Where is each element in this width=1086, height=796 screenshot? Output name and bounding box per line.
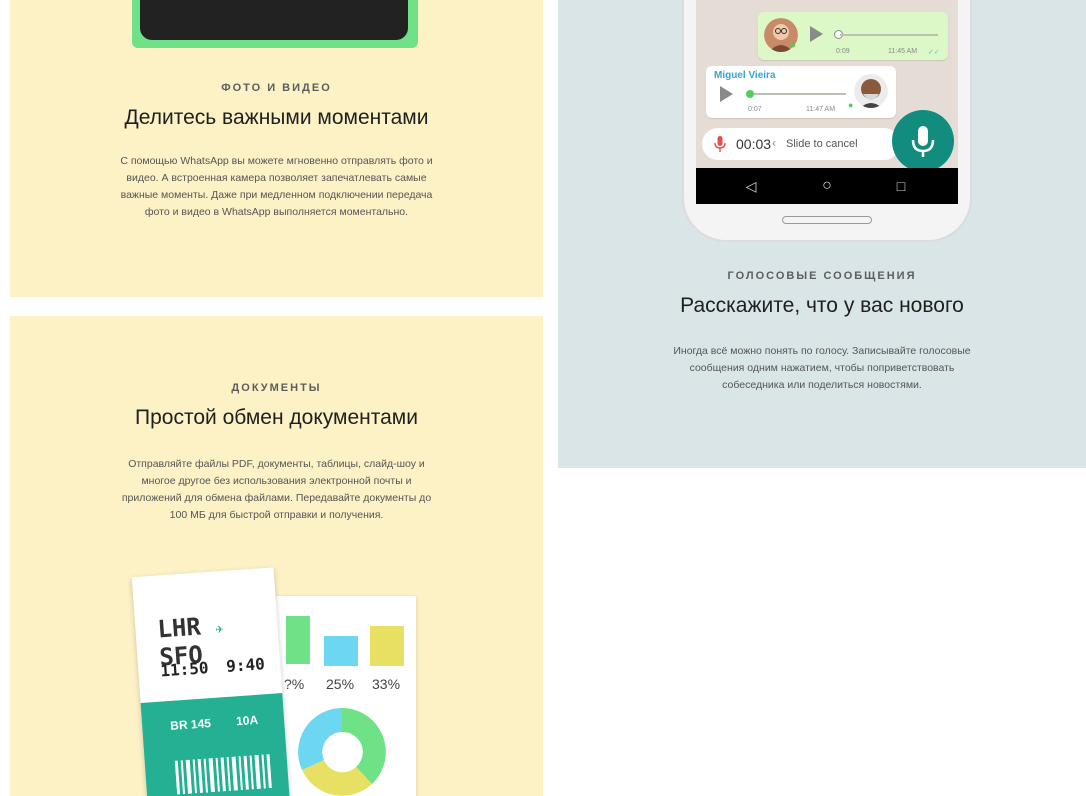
recording-timer: 00:03 — [736, 136, 772, 152]
chart-bar — [370, 626, 404, 666]
spreadsheet-illustration: ?% 25% 33% — [276, 596, 416, 796]
photo-video-card: ФОТО И ВИДЕО Делитесь важными моментами … — [10, 0, 543, 297]
progress-handle[interactable] — [746, 90, 754, 98]
slide-to-cancel-hint[interactable]: Slide to cancel — [786, 138, 858, 150]
description-line: сообщения одним нажатием, чтобы попривет… — [689, 362, 955, 374]
chart-percent: 25% — [326, 676, 355, 692]
boarding-pass-illustration: LHR ✈ SFO 11:50 9:40 BR 145 10A — [131, 567, 291, 796]
ticket-arrive-time: 9:40 — [225, 654, 266, 676]
barcode-icon — [174, 754, 272, 795]
play-icon[interactable] — [810, 26, 823, 42]
incoming-voice-message: Miguel Vieira 0:07 11:47 AM ● — [706, 66, 896, 118]
ticket-flight: BR 145 — [169, 716, 212, 733]
voice-messages-card: ● 0:09 11:45 AM ✓✓ Miguel Vieira 0:07 11… — [558, 0, 1086, 468]
chart-bar — [324, 636, 358, 666]
documents-card: ДОКУМЕНТЫ Простой обмен документами Отпр… — [10, 316, 543, 796]
section-heading: Расскажите, что у вас нового — [680, 294, 964, 317]
ticket-band: BR 145 10A — [140, 693, 291, 796]
description-line: собеседника или поделиться новостями. — [722, 379, 922, 391]
read-receipt-icon: ✓✓ — [928, 49, 940, 56]
chevron-left-icon: ‹ — [772, 136, 776, 150]
section-description: С помощью WhatsApp вы можете мгновенно о… — [87, 153, 467, 221]
play-icon[interactable] — [720, 86, 733, 102]
progress-track[interactable] — [754, 93, 846, 95]
recording-bar: 00:03 ‹ Slide to cancel — [702, 128, 900, 160]
chart-bar — [286, 616, 310, 664]
description-line: Иногда всё можно понять по голосу. Запис… — [673, 345, 971, 357]
phone-screen — [140, 0, 408, 40]
donut-chart — [298, 708, 386, 796]
description-line: Отправляйте файлы PDF, документы, таблиц… — [128, 458, 425, 470]
sender-name: Miguel Vieira — [714, 70, 776, 81]
outgoing-voice-message: ● 0:09 11:45 AM ✓✓ — [758, 12, 948, 60]
ticket-seat: 10A — [235, 712, 259, 729]
section-eyebrow: ГОЛОСОВЫЕ СООБЩЕНИЯ — [727, 270, 917, 282]
ticket-depart-time: 11:50 — [159, 658, 210, 681]
chart-percent: 33% — [372, 676, 401, 692]
avatar-man — [854, 74, 888, 108]
home-icon[interactable]: ○ — [812, 168, 842, 204]
mic-icon — [911, 126, 935, 157]
description-line: фото и видео в WhatsApp выполняется моме… — [144, 206, 409, 218]
mic-small-icon: ● — [848, 100, 854, 110]
message-time: 11:47 AM — [806, 106, 836, 113]
message-time: 11:45 AM — [888, 48, 918, 55]
description-line: 100 МБ для быстрой отправки и получения. — [169, 509, 384, 521]
section-heading: Делитесь важными моментами — [124, 106, 429, 129]
voice-duration: 0:07 — [748, 106, 762, 113]
record-mic-button[interactable] — [892, 110, 954, 172]
voice-duration: 0:09 — [836, 48, 850, 55]
chart-percent: ?% — [284, 676, 305, 692]
section-eyebrow: ДОКУМЕНТЫ — [231, 382, 322, 394]
description-line: многое другое без использования электрон… — [141, 475, 412, 487]
section-description: Отправляйте файлы PDF, документы, таблиц… — [87, 456, 467, 524]
section-heading: Простой обмен документами — [135, 406, 418, 429]
plane-icon: ✈ — [214, 620, 225, 638]
mic-small-icon: ● — [790, 40, 797, 51]
progress-track[interactable] — [840, 34, 938, 36]
section-eyebrow: ФОТО И ВИДЕО — [221, 82, 332, 94]
description-line: приложений для обмена файлами. Передавай… — [121, 492, 432, 504]
section-description: Иногда всё можно понять по голосу. Запис… — [622, 343, 1022, 394]
back-icon[interactable]: ◁ — [736, 168, 766, 204]
description-line: С помощью WhatsApp вы можете мгновенно о… — [120, 155, 433, 167]
mic-recording-icon — [714, 136, 726, 152]
recent-apps-icon[interactable]: □ — [886, 168, 916, 204]
android-nav-bar: ◁ ○ □ — [696, 168, 958, 204]
description-line: видео. А встроенная камера позволяет зап… — [126, 172, 427, 184]
phone-illustration: ● 0:09 11:45 AM ✓✓ Miguel Vieira 0:07 11… — [682, 0, 972, 242]
ticket-origin: LHR — [156, 612, 202, 644]
phone-speaker — [782, 216, 872, 224]
description-line: важные моменты. Даже при медленном подкл… — [120, 189, 433, 201]
